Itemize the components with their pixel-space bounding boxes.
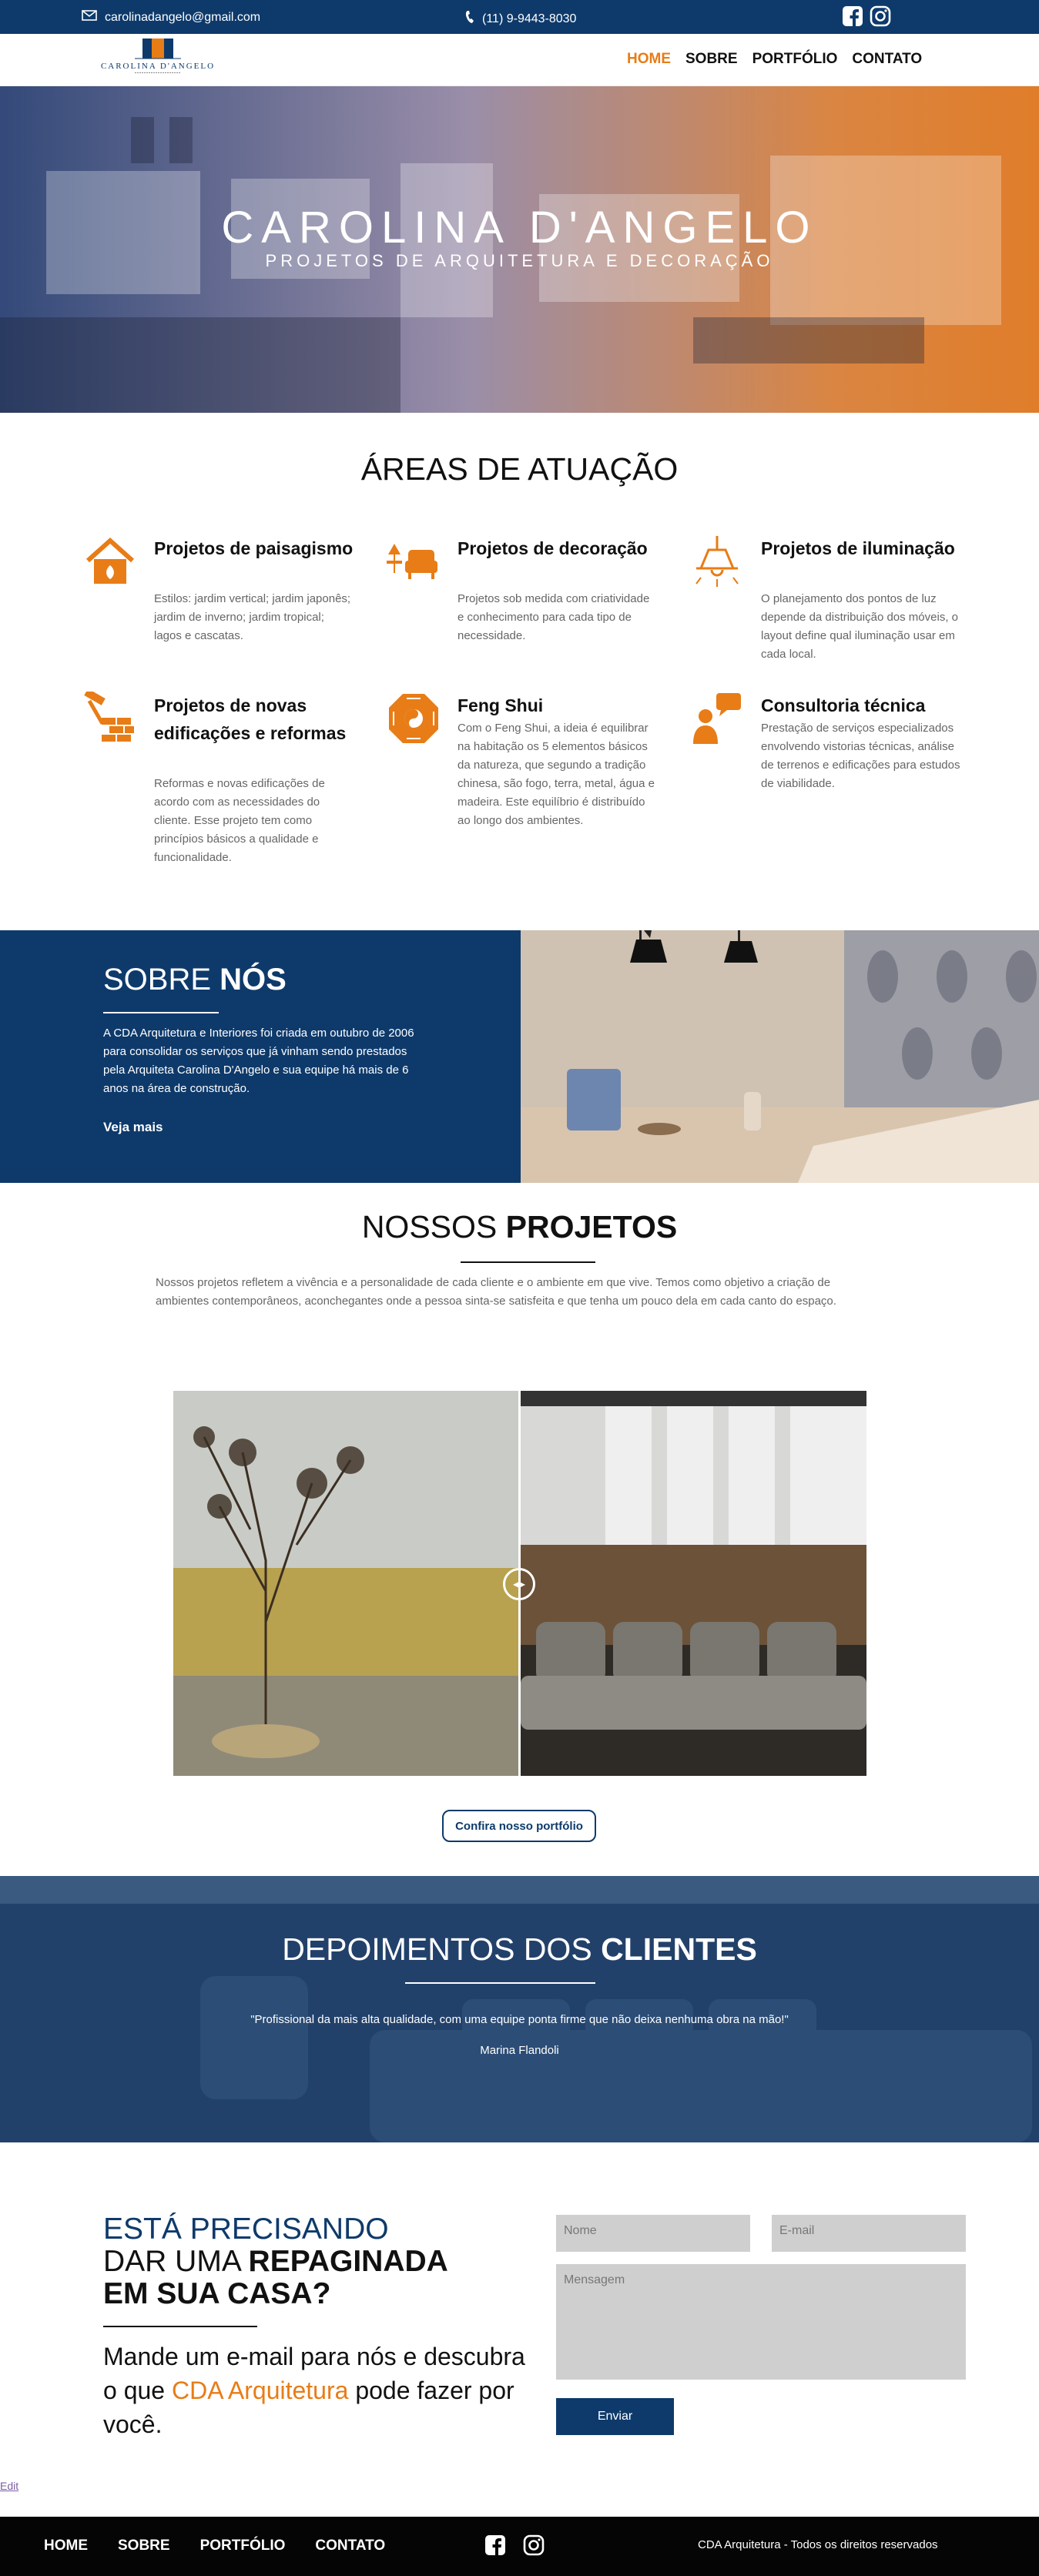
area-text: Prestação de serviços especializados env… (761, 722, 960, 790)
testimonials-section: DEPOIMENTOS DOS CLIENTES "Profissional d… (0, 1876, 1039, 2142)
email-text: carolinadangelo@gmail.com (105, 10, 261, 24)
email-field[interactable]: E-mail (772, 2215, 966, 2252)
cta-line-3: EM SUA CASA? (103, 2277, 331, 2310)
top-contact-bar: carolinadangelo@gmail.com (11) 9-9443-80… (0, 0, 1039, 34)
cta-line-2: DAR UMA REPAGINADA (103, 2245, 448, 2278)
ceiling-lamp-icon (690, 534, 744, 588)
area-title: Consultoria técnica (761, 695, 926, 715)
about-text: A CDA Arquitetura e Interiores foi criad… (103, 1027, 414, 1095)
mail-icon (82, 10, 97, 25)
footer-socials (484, 2534, 545, 2557)
cta-subtext: Mande um e-mail para nós e descubra o qu… (103, 2343, 525, 2438)
projects-text: Nossos projetos refletem a vivência e a … (156, 1276, 836, 1308)
area-title: Projetos de decoração (457, 538, 648, 558)
armchair-lamp-icon (387, 534, 441, 588)
about-divider (103, 1012, 219, 1013)
area-text: Reformas e novas edificações de acordo c… (154, 777, 325, 864)
top-socials (841, 5, 892, 28)
footer-contato[interactable]: CONTATO (315, 2537, 385, 2554)
about-title: SOBRE NÓS (103, 963, 287, 997)
nav-contato[interactable]: CONTATO (852, 51, 922, 68)
hero-subtitle: PROJETOS DE ARQUITETURA E DECORAÇÃO (265, 251, 774, 270)
send-button[interactable]: Enviar (556, 2398, 674, 2435)
area-title: Projetos de iluminação (761, 538, 955, 558)
area-text: O planejamento dos pontos de luz depende… (761, 592, 958, 661)
contact-cta: ESTÁ PRECISANDO DAR UMA REPAGINADA EM SU… (103, 2213, 535, 2441)
area-title: Feng Shui (457, 695, 544, 715)
testimonial-author: Marina Flandoli (480, 2044, 559, 2057)
testimonial-quote: "Profissional da mais alta qualidade, co… (250, 2013, 789, 2026)
area-title: Projetos de novas edificações e reformas (154, 695, 347, 743)
area-text: Projetos sob medida com criatividade e c… (457, 592, 650, 642)
contact-phone[interactable]: (11) 9-9443-8030 (465, 10, 576, 28)
about-image (521, 930, 1039, 1183)
logo-tagline-mark (100, 71, 216, 75)
main-navbar: CAROLINA D'ANGELO HOME SOBRE PORTFÓLIO C… (0, 34, 1039, 86)
cta-line-1: ESTÁ PRECISANDO (103, 2213, 389, 2246)
nav-portfolio[interactable]: PORTFÓLIO (752, 51, 838, 68)
bagua-icon (387, 692, 441, 745)
cta-divider (103, 2326, 257, 2327)
testimonials-title: DEPOIMENTOS DOS CLIENTES (282, 1931, 757, 1967)
testimonials-background (0, 1876, 1039, 2142)
slider-handle-icon[interactable]: ◂▸ (503, 1568, 535, 1600)
about-more-link[interactable]: Veja mais (103, 1120, 163, 1135)
message-field[interactable]: Mensagem (556, 2264, 966, 2380)
hero-banner: CAROLINA D'ANGELO PROJETOS DE ARQUITETUR… (0, 86, 1039, 413)
house-leaf-icon (83, 534, 137, 588)
portfolio-button[interactable]: Confira nosso portfólio (442, 1810, 596, 1842)
logo-brand: CAROLINA D'ANGELO (100, 62, 216, 71)
area-text: Estilos: jardim vertical; jardim japonês… (154, 592, 351, 642)
area-text: Com o Feng Shui, a ideia é equilibrar na… (457, 722, 655, 827)
before-after-slider[interactable]: ◂▸ (173, 1391, 866, 1776)
testimonials-divider (405, 1982, 595, 1984)
about-section: SOBRE NÓS A CDA Arquitetura e Interiores… (0, 930, 1039, 1183)
nav-menu: HOME SOBRE PORTFÓLIO CONTATO (627, 51, 922, 68)
footer-portfolio[interactable]: PORTFÓLIO (200, 2537, 286, 2554)
instagram-icon[interactable] (522, 2534, 545, 2557)
footer-copyright: CDA Arquitetura - Todos os direitos rese… (698, 2538, 938, 2551)
contact-email[interactable]: carolinadangelo@gmail.com (82, 10, 260, 25)
instagram-icon[interactable] (869, 5, 892, 28)
nav-sobre[interactable]: SOBRE (685, 51, 738, 68)
logo-mark (135, 37, 181, 59)
facebook-icon[interactable] (841, 5, 864, 28)
facebook-icon[interactable] (484, 2534, 507, 2557)
projects-divider (461, 1261, 595, 1263)
logo[interactable]: CAROLINA D'ANGELO (100, 37, 216, 83)
hammer-bricks-icon (83, 688, 137, 745)
edit-link[interactable]: Edit (0, 2480, 18, 2492)
area-title: Projetos de paisagismo (154, 538, 354, 558)
footer-sobre[interactable]: SOBRE (118, 2537, 170, 2554)
after-image (521, 1391, 866, 1776)
phone-icon (465, 10, 474, 28)
footer-home[interactable]: HOME (44, 2537, 88, 2554)
projects-title: NOSSOS PROJETOS (361, 1209, 678, 1244)
footer-links: HOME SOBRE PORTFÓLIO CONTATO (44, 2537, 385, 2554)
consultant-chat-icon (690, 692, 744, 745)
phone-text: (11) 9-9443-8030 (482, 12, 577, 25)
hero-title: CAROLINA D'ANGELO (221, 203, 818, 253)
before-image (173, 1391, 518, 1776)
name-field[interactable]: Nome (556, 2215, 750, 2252)
about-panel: SOBRE NÓS A CDA Arquitetura e Interiores… (0, 930, 521, 1183)
footer: HOME SOBRE PORTFÓLIO CONTATO CDA Arquite… (0, 2517, 1039, 2576)
areas-title: ÁREAS DE ATUAÇÃO (360, 451, 679, 487)
nav-home[interactable]: HOME (627, 51, 671, 68)
